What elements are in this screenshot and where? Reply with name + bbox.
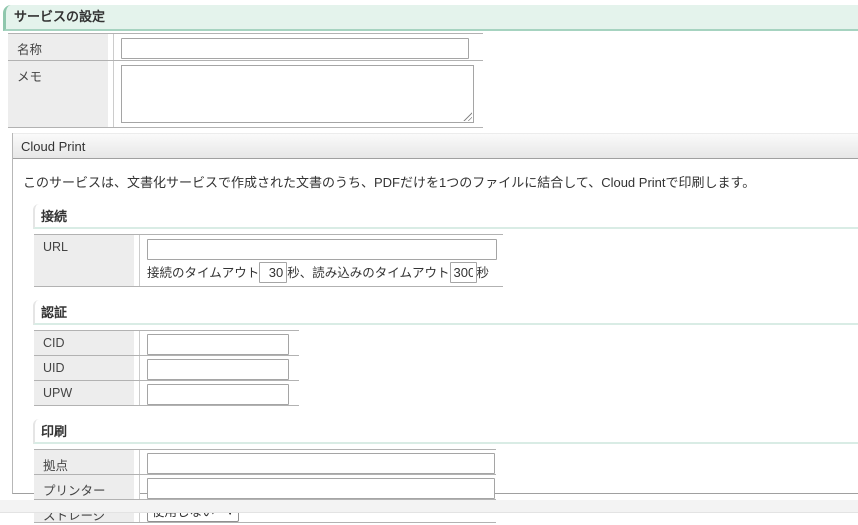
connection-table: URL 接続のタイムアウト 秒、読み込みのタイムアウト 秒 (34, 234, 503, 287)
connect-timeout-input[interactable] (259, 262, 287, 283)
uid-label: UID (34, 356, 139, 380)
uid-input[interactable] (147, 359, 289, 380)
url-label: URL (34, 235, 139, 286)
seconds-suffix: 秒 (477, 266, 490, 280)
table-row: メモ (8, 61, 483, 128)
table-row: URL 接続のタイムアウト 秒、読み込みのタイムアウト 秒 (34, 235, 503, 287)
connect-timeout-label: 接続のタイムアウト (147, 266, 259, 280)
read-timeout-label: 秒、読み込みのタイムアウト (287, 266, 449, 280)
settings-page: サービスの設定 名称 メモ Cloud Print このサービスは、文書化サービ… (0, 0, 858, 525)
memo-textarea[interactable] (121, 65, 474, 123)
footer-bar (0, 500, 858, 513)
name-label: 名称 (8, 34, 113, 60)
table-row: CID (34, 331, 299, 356)
upw-input[interactable] (147, 384, 289, 405)
print-heading: 印刷 (33, 419, 858, 444)
read-timeout-input[interactable] (450, 262, 477, 283)
auth-table: CID UID UPW (34, 330, 299, 406)
upw-label: UPW (34, 381, 139, 405)
printer-input[interactable] (147, 478, 495, 499)
page-title: サービスの設定 (3, 5, 858, 31)
cloud-print-section: Cloud Print このサービスは、文書化サービスで作成された文書のうち、P… (12, 133, 858, 494)
table-row: 名称 (8, 34, 483, 61)
cid-label: CID (34, 331, 139, 355)
table-row: プリンター (34, 475, 496, 500)
cid-input[interactable] (147, 334, 289, 355)
printer-label: プリンター (34, 475, 139, 499)
site-label: 拠点 (34, 450, 139, 474)
table-row: 拠点 (34, 450, 496, 475)
site-input[interactable] (147, 453, 495, 474)
cloud-print-legend: Cloud Print (13, 133, 858, 159)
auth-heading: 認証 (33, 300, 858, 325)
url-input[interactable] (147, 239, 497, 260)
connection-heading: 接続 (33, 204, 858, 229)
memo-label: メモ (8, 61, 113, 127)
table-row: UID (34, 356, 299, 381)
service-description: このサービスは、文書化サービスで作成された文書のうち、PDFだけを1つのファイル… (23, 172, 858, 191)
name-input[interactable] (121, 38, 469, 59)
table-row: UPW (34, 381, 299, 406)
timeout-settings: 接続のタイムアウト 秒、読み込みのタイムアウト 秒 (147, 262, 503, 283)
general-settings-table: 名称 メモ (8, 33, 483, 128)
